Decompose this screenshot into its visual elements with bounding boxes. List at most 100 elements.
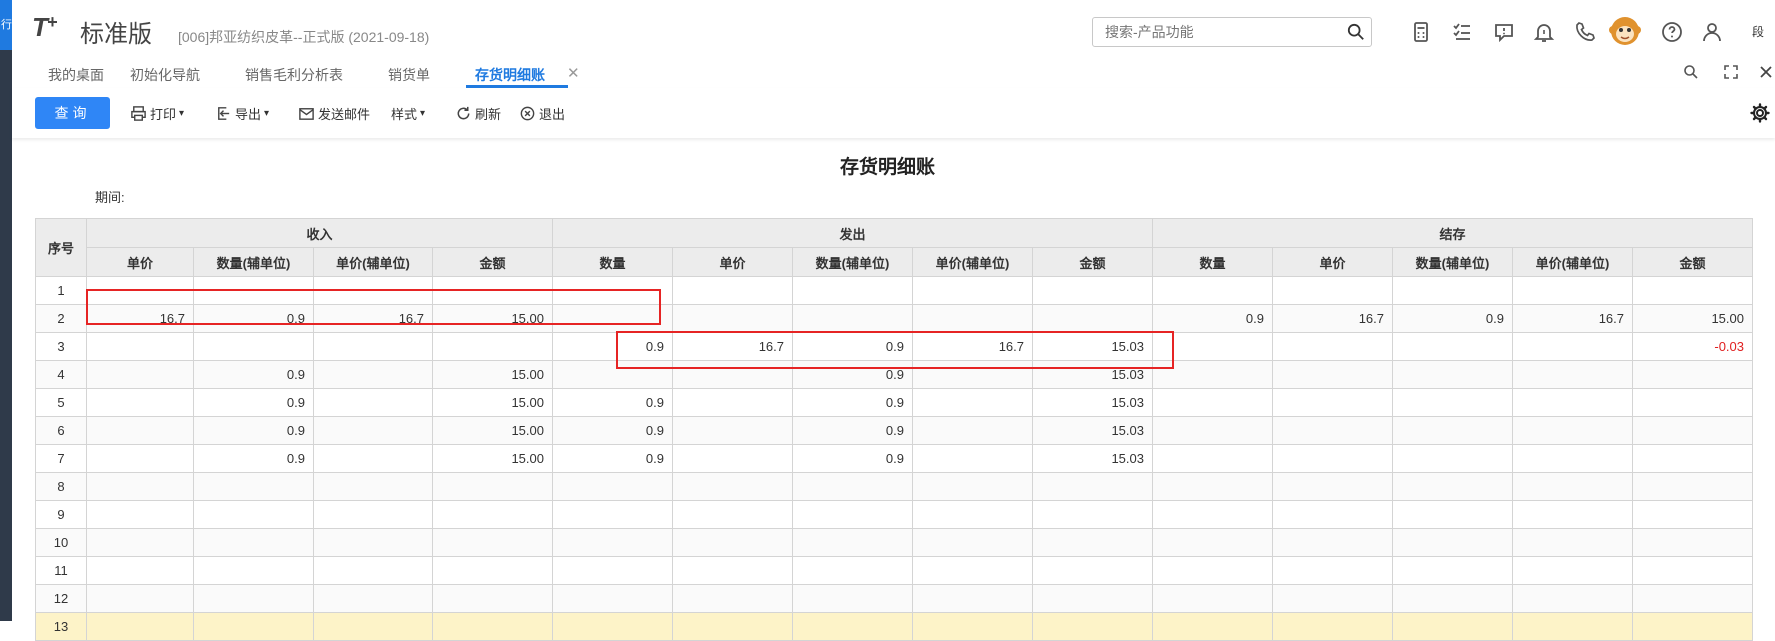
tab-close-icon[interactable]: ✕ bbox=[567, 64, 580, 82]
table-cell[interactable] bbox=[1152, 584, 1273, 613]
table-cell[interactable] bbox=[1032, 584, 1153, 613]
table-cell[interactable] bbox=[1392, 612, 1513, 641]
table-cell[interactable] bbox=[1152, 472, 1273, 501]
table-cell[interactable] bbox=[1272, 388, 1393, 417]
table-cell[interactable]: 15.00 bbox=[432, 388, 553, 417]
table-cell[interactable] bbox=[432, 556, 553, 585]
table-cell[interactable] bbox=[193, 472, 314, 501]
tab-sales-margin[interactable]: 销售毛利分析表 bbox=[245, 65, 343, 85]
table-cell[interactable] bbox=[432, 500, 553, 529]
table-cell[interactable] bbox=[1272, 360, 1393, 389]
table-cell[interactable] bbox=[1512, 528, 1633, 557]
table-cell[interactable] bbox=[313, 472, 433, 501]
table-cell[interactable] bbox=[1632, 276, 1753, 305]
table-cell[interactable] bbox=[552, 584, 673, 613]
table-cell[interactable]: 16.7 bbox=[86, 304, 194, 333]
table-cell[interactable] bbox=[86, 556, 194, 585]
table-cell[interactable] bbox=[86, 472, 194, 501]
table-cell[interactable] bbox=[792, 276, 913, 305]
tab-search-icon[interactable] bbox=[1683, 64, 1699, 80]
table-cell[interactable] bbox=[1632, 556, 1753, 585]
table-cell[interactable]: 16.7 bbox=[912, 332, 1033, 361]
table-cell[interactable]: 0.9 bbox=[792, 444, 913, 473]
table-cell[interactable] bbox=[912, 556, 1033, 585]
table-cell[interactable] bbox=[672, 500, 793, 529]
table-cell[interactable] bbox=[1392, 556, 1513, 585]
table-cell[interactable] bbox=[1632, 612, 1753, 641]
table-cell[interactable] bbox=[313, 556, 433, 585]
table-cell[interactable]: 0.9 bbox=[792, 416, 913, 445]
table-cell[interactable] bbox=[86, 388, 194, 417]
table-cell[interactable] bbox=[672, 276, 793, 305]
print-button[interactable]: 打印 ▾ bbox=[130, 104, 184, 123]
table-cell[interactable] bbox=[1152, 444, 1273, 473]
table-cell[interactable] bbox=[1272, 444, 1393, 473]
table-cell[interactable] bbox=[552, 304, 673, 333]
table-cell[interactable] bbox=[432, 332, 553, 361]
table-cell[interactable] bbox=[1512, 360, 1633, 389]
table-cell[interactable]: 0.9 bbox=[792, 388, 913, 417]
search-input[interactable] bbox=[1103, 22, 1337, 42]
table-cell[interactable]: 0.9 bbox=[1392, 304, 1513, 333]
table-cell[interactable] bbox=[912, 584, 1033, 613]
table-cell[interactable]: 16.7 bbox=[1512, 304, 1633, 333]
user-name[interactable]: 段 bbox=[1752, 23, 1764, 40]
table-cell[interactable] bbox=[672, 472, 793, 501]
exit-button[interactable]: 退出 bbox=[519, 104, 565, 123]
left-nav-active-tab[interactable]: 行 bbox=[0, 0, 12, 50]
table-cell[interactable] bbox=[1632, 528, 1753, 557]
table-cell[interactable] bbox=[792, 584, 913, 613]
table-cell[interactable] bbox=[1272, 584, 1393, 613]
table-row[interactable]: 3 0.9 16.7 0.9 16.7 15.03 -0.03 bbox=[35, 332, 1753, 361]
help-icon[interactable] bbox=[1660, 20, 1684, 44]
send-mail-button[interactable]: 发送邮件 bbox=[298, 104, 370, 123]
table-cell[interactable] bbox=[313, 416, 433, 445]
gear-icon[interactable] bbox=[1750, 103, 1770, 123]
table-cell[interactable] bbox=[1632, 360, 1753, 389]
table-cell[interactable] bbox=[1632, 388, 1753, 417]
table-cell[interactable] bbox=[432, 472, 553, 501]
table-row[interactable]: 5 0.9 15.00 0.9 0.9 15.03 bbox=[35, 388, 1753, 417]
table-cell[interactable] bbox=[193, 584, 314, 613]
table-cell[interactable] bbox=[1152, 388, 1273, 417]
table-cell[interactable]: 0.9 bbox=[193, 388, 314, 417]
table-cell[interactable] bbox=[552, 276, 673, 305]
table-cell[interactable] bbox=[1152, 416, 1273, 445]
table-cell[interactable] bbox=[1152, 612, 1273, 641]
table-cell[interactable] bbox=[1032, 472, 1153, 501]
table-cell[interactable] bbox=[1632, 472, 1753, 501]
table-cell[interactable] bbox=[912, 304, 1033, 333]
table-cell[interactable] bbox=[1512, 276, 1633, 305]
calculator-icon[interactable] bbox=[1409, 20, 1433, 44]
table-cell[interactable] bbox=[672, 556, 793, 585]
table-row[interactable]: 13 bbox=[35, 612, 1753, 641]
phone-icon[interactable] bbox=[1573, 20, 1597, 44]
table-cell[interactable]: 15.00 bbox=[432, 416, 553, 445]
table-cell[interactable] bbox=[552, 472, 673, 501]
table-row[interactable]: 9 bbox=[35, 500, 1753, 529]
table-cell[interactable] bbox=[912, 444, 1033, 473]
table-cell[interactable]: 15.03 bbox=[1032, 388, 1153, 417]
refresh-button[interactable]: 刷新 bbox=[455, 104, 501, 123]
table-cell[interactable] bbox=[912, 276, 1033, 305]
table-cell[interactable]: 0.9 bbox=[792, 360, 913, 389]
table-cell[interactable] bbox=[1512, 556, 1633, 585]
table-cell[interactable] bbox=[912, 612, 1033, 641]
export-button[interactable]: 导出 ▾ bbox=[215, 104, 269, 123]
table-cell[interactable] bbox=[1392, 500, 1513, 529]
table-cell[interactable] bbox=[1272, 276, 1393, 305]
table-cell[interactable] bbox=[193, 500, 314, 529]
notification-bell-icon[interactable] bbox=[1532, 20, 1556, 44]
table-cell[interactable] bbox=[1512, 472, 1633, 501]
tab-inventory-ledger[interactable]: 存货明细账 bbox=[475, 65, 545, 85]
table-cell[interactable]: 15.00 bbox=[1632, 304, 1753, 333]
table-cell[interactable] bbox=[1512, 612, 1633, 641]
table-cell[interactable] bbox=[313, 500, 433, 529]
table-cell[interactable] bbox=[86, 612, 194, 641]
table-cell[interactable] bbox=[1632, 500, 1753, 529]
table-cell[interactable]: 16.7 bbox=[1272, 304, 1393, 333]
table-cell[interactable] bbox=[313, 444, 433, 473]
search-icon[interactable] bbox=[1347, 23, 1365, 41]
table-cell[interactable] bbox=[313, 584, 433, 613]
table-cell[interactable] bbox=[313, 360, 433, 389]
